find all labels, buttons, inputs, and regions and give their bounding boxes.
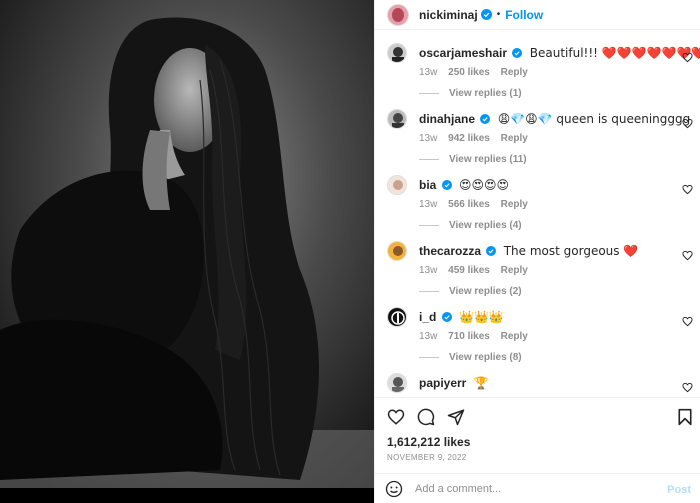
reply-button[interactable]: Reply	[501, 133, 528, 144]
comment-likes[interactable]: 942 likes	[448, 133, 490, 144]
comment-text-line: bia 😍😍😍😍	[419, 178, 509, 192]
comment-item: thecarozza The most gorgeous ❤️ 13w 459 …	[375, 228, 700, 297]
commenter-avatar[interactable]	[387, 175, 407, 195]
commenter-avatar[interactable]	[387, 373, 407, 393]
heart-icon[interactable]	[682, 316, 693, 327]
reply-button[interactable]: Reply	[501, 199, 528, 210]
post-header: nickiminaj • Follow	[375, 0, 700, 30]
reply-button[interactable]: Reply	[501, 331, 528, 342]
add-comment-input[interactable]	[415, 483, 645, 495]
comment-text-line: thecarozza The most gorgeous ❤️	[419, 244, 638, 258]
header-separator: •	[496, 9, 501, 20]
emoji-icon[interactable]	[385, 480, 403, 498]
heart-icon[interactable]	[682, 382, 693, 393]
comment-meta: 13w 942 likes Reply	[419, 133, 536, 144]
post-sidebar: nickiminaj • Follow oscarjameshair Beaut…	[374, 0, 700, 503]
verified-badge-icon	[512, 48, 523, 58]
verified-badge-icon	[441, 180, 452, 190]
verified-badge-icon	[486, 246, 497, 256]
comment-likes[interactable]: 250 likes	[448, 67, 490, 78]
heart-icon[interactable]	[682, 118, 693, 129]
comment-likes[interactable]: 459 likes	[448, 265, 490, 276]
comment-time: 13w	[419, 67, 438, 78]
commenter-username[interactable]: i_d	[419, 310, 436, 324]
heart-icon[interactable]	[682, 184, 693, 195]
bookmark-icon[interactable]	[677, 408, 693, 426]
comment-item: bia 😍😍😍😍 13w 566 likes Reply View replie…	[375, 162, 700, 231]
verified-badge-icon	[480, 114, 491, 124]
commenter-avatar[interactable]	[387, 43, 407, 63]
post-date: NOVEMBER 9, 2022	[387, 453, 467, 462]
likes-count[interactable]: 1,612,212 likes	[387, 435, 470, 449]
comment-text: The most gorgeous ❤️	[503, 244, 639, 258]
commenter-username[interactable]: bia	[419, 178, 436, 192]
heart-icon[interactable]	[682, 250, 693, 261]
add-comment-bar: Post	[375, 473, 700, 503]
comment-icon[interactable]	[417, 408, 435, 426]
comment-text-line: oscarjameshair Beautiful!!! ❤️❤️❤️❤️❤️❤️…	[419, 46, 700, 60]
comment-text-line: dinahjane 😩💎😩💎 queen is queeningggg	[419, 112, 690, 126]
action-icons	[387, 408, 465, 428]
heart-icon[interactable]	[682, 52, 693, 63]
comment-time: 13w	[419, 265, 438, 276]
comment-meta: 13w 250 likes Reply	[419, 67, 536, 78]
comments-list[interactable]: oscarjameshair Beautiful!!! ❤️❤️❤️❤️❤️❤️…	[375, 30, 700, 397]
comment-time: 13w	[419, 133, 438, 144]
comment-meta: 13w 459 likes Reply	[419, 265, 536, 276]
comment-item: oscarjameshair Beautiful!!! ❤️❤️❤️❤️❤️❤️…	[375, 30, 700, 99]
verified-badge-icon	[480, 9, 492, 20]
comment-likes[interactable]: 566 likes	[448, 199, 490, 210]
comment-item: dinahjane 😩💎😩💎 queen is queeningggg 13w …	[375, 96, 700, 165]
verified-badge-icon	[441, 312, 452, 322]
photo-illustration	[0, 0, 374, 503]
comment-text: 😩💎😩💎 queen is queeningggg	[497, 112, 691, 126]
comment-item: i_d 👑👑👑 13w 710 likes Reply View replies…	[375, 294, 700, 363]
author-avatar[interactable]	[387, 3, 409, 26]
comment-text-line: i_d 👑👑👑	[419, 310, 504, 324]
post-container: nickiminaj • Follow oscarjameshair Beaut…	[0, 0, 700, 503]
reply-button[interactable]: Reply	[501, 265, 528, 276]
comment-text: Beautiful!!! ❤️❤️❤️❤️❤️❤️❤️	[529, 46, 700, 60]
comment-likes[interactable]: 710 likes	[448, 331, 490, 342]
comment-text: 🏆	[473, 376, 489, 390]
follow-button[interactable]: Follow	[505, 8, 543, 22]
commenter-avatar[interactable]	[387, 241, 407, 261]
comment-time: 13w	[419, 331, 438, 342]
commenter-username[interactable]: thecarozza	[419, 244, 481, 258]
post-comment-button[interactable]: Post	[667, 484, 691, 496]
share-icon[interactable]	[447, 408, 465, 426]
commenter-avatar[interactable]	[387, 307, 407, 327]
comment-meta: 13w 566 likes Reply	[419, 199, 536, 210]
author-username[interactable]: nickiminaj	[419, 8, 478, 22]
commenter-username[interactable]: papiyerr	[419, 376, 466, 390]
post-photo[interactable]	[0, 0, 374, 503]
like-heart-icon[interactable]	[387, 408, 405, 426]
comment-text-line: papiyerr 🏆	[419, 376, 489, 390]
reply-button[interactable]: Reply	[501, 67, 528, 78]
comment-text: 👑👑👑	[459, 310, 504, 324]
commenter-username[interactable]: dinahjane	[419, 112, 475, 126]
post-actions: 1,612,212 likes NOVEMBER 9, 2022 Post	[375, 397, 700, 503]
commenter-username[interactable]: oscarjameshair	[419, 46, 507, 60]
commenter-avatar[interactable]	[387, 109, 407, 129]
comment-time: 13w	[419, 199, 438, 210]
comment-text: 😍😍😍😍	[459, 178, 510, 192]
comment-meta: 13w 710 likes Reply	[419, 331, 536, 342]
comment-item: papiyerr 🏆	[375, 360, 700, 397]
